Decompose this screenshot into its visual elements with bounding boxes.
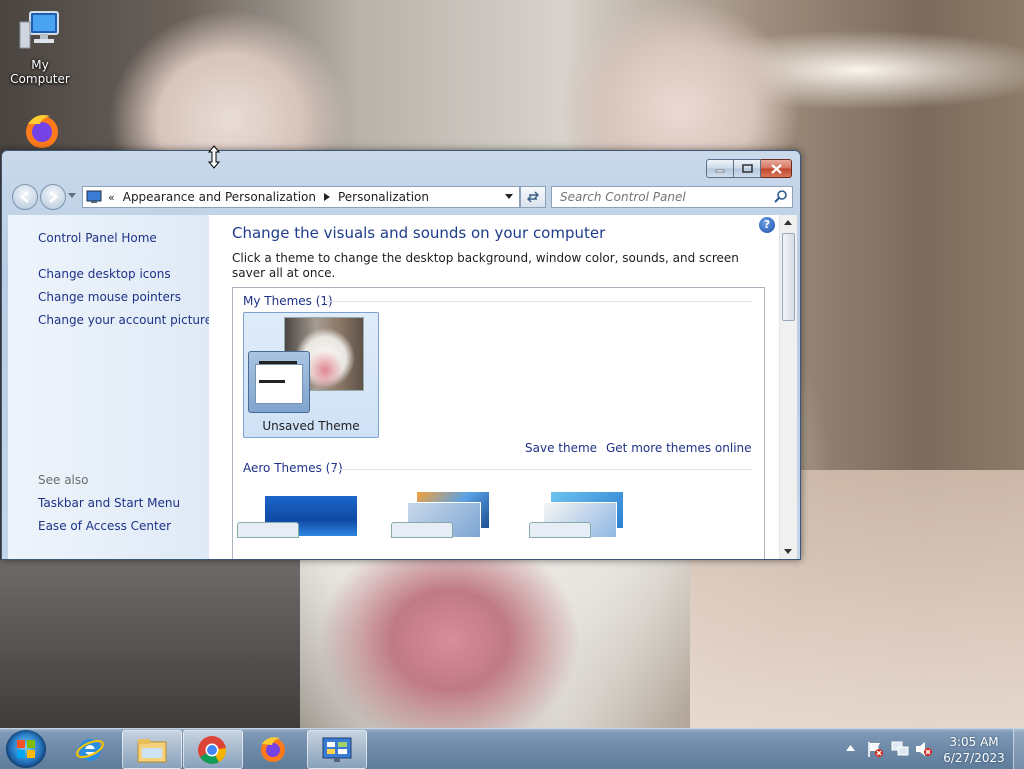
taskbar-internet-explorer[interactable] bbox=[62, 730, 120, 767]
navigation-bar: « Appearance and Personalization Persona… bbox=[8, 183, 794, 211]
group-divider bbox=[333, 469, 753, 470]
network-icon[interactable] bbox=[890, 740, 910, 758]
show-hidden-icons-icon[interactable] bbox=[846, 745, 855, 751]
volume-muted-icon[interactable] bbox=[914, 740, 934, 758]
theme-tile-unsaved[interactable]: Unsaved Theme bbox=[243, 312, 379, 438]
control-panel-icon bbox=[86, 190, 102, 203]
group-divider bbox=[323, 301, 753, 302]
control-panel-icon bbox=[322, 737, 352, 762]
taskbar-control-panel[interactable] bbox=[307, 730, 367, 769]
chrome-icon bbox=[198, 736, 227, 764]
caption-buttons bbox=[706, 159, 792, 178]
firefox-icon bbox=[26, 115, 58, 148]
refresh-button[interactable] bbox=[520, 186, 546, 208]
get-more-themes-link[interactable]: Get more themes online bbox=[606, 441, 752, 455]
breadcrumb-appearance[interactable]: Appearance and Personalization bbox=[123, 190, 316, 204]
maximize-icon bbox=[741, 164, 753, 173]
search-input[interactable] bbox=[558, 189, 768, 205]
close-button[interactable] bbox=[761, 159, 792, 178]
control-panel-home-link[interactable]: Control Panel Home bbox=[38, 231, 157, 245]
internet-explorer-icon bbox=[76, 739, 104, 761]
taskbar-chrome[interactable] bbox=[183, 730, 243, 769]
scroll-up-arrow-icon[interactable] bbox=[784, 220, 792, 225]
search-icon[interactable] bbox=[774, 190, 787, 203]
computer-icon bbox=[19, 11, 59, 49]
scroll-down-arrow-icon[interactable] bbox=[784, 549, 792, 554]
change-desktop-icons-link[interactable]: Change desktop icons bbox=[38, 267, 171, 281]
search-box[interactable] bbox=[551, 186, 793, 208]
page-title: Change the visuals and sounds on your co… bbox=[232, 224, 606, 242]
theme-window-color-thumbnail bbox=[248, 351, 310, 413]
windows-logo-icon bbox=[17, 740, 35, 758]
theme-name: Unsaved Theme bbox=[262, 419, 360, 433]
forward-button[interactable] bbox=[40, 184, 66, 210]
desktop-icon-label: My Computer bbox=[10, 58, 70, 86]
refresh-icon bbox=[527, 191, 539, 203]
desktop-icon-firefox[interactable] bbox=[0, 110, 80, 152]
firefox-icon bbox=[261, 737, 285, 762]
change-account-picture-link[interactable]: Change your account picture bbox=[38, 313, 212, 327]
save-theme-link[interactable]: Save theme bbox=[525, 441, 597, 455]
page-description: Click a theme to change the desktop back… bbox=[232, 251, 739, 280]
theme-window-color-thumbnail bbox=[391, 522, 453, 538]
taskbar: 3:05 AM 6/27/2023 bbox=[0, 728, 1024, 769]
desktop-icon-my-computer[interactable]: My Computer bbox=[0, 8, 80, 86]
breadcrumb-separator-icon[interactable] bbox=[323, 193, 330, 201]
my-themes-label: My Themes (1) bbox=[243, 294, 333, 308]
clock-date: 6/27/2023 bbox=[943, 751, 1005, 765]
main-pane: ? Change the visuals and sounds on your … bbox=[209, 215, 779, 559]
aero-theme-tile[interactable] bbox=[391, 492, 497, 538]
back-button[interactable] bbox=[12, 184, 38, 210]
see-also-label: See also bbox=[38, 473, 89, 487]
theme-window-color-thumbnail bbox=[237, 522, 299, 538]
address-dropdown-icon[interactable] bbox=[505, 194, 513, 199]
theme-window-color-thumbnail bbox=[529, 522, 591, 538]
minimize-icon bbox=[715, 169, 725, 172]
close-icon bbox=[770, 163, 782, 174]
scrollbar-thumb[interactable] bbox=[782, 233, 795, 321]
control-panel-window: « Appearance and Personalization Persona… bbox=[1, 150, 801, 560]
left-task-pane: Control Panel Home Change desktop icons … bbox=[8, 215, 212, 559]
theme-list: My Themes (1) Unsaved Theme Save theme G… bbox=[232, 287, 765, 559]
thumbnail-bar bbox=[259, 380, 285, 383]
title-bar[interactable] bbox=[2, 151, 800, 181]
window-content: Control Panel Home Change desktop icons … bbox=[8, 215, 797, 559]
taskbar-firefox[interactable] bbox=[245, 730, 303, 767]
address-overflow[interactable]: « bbox=[108, 191, 115, 204]
address-bar[interactable]: « Appearance and Personalization Persona… bbox=[82, 186, 520, 208]
vertical-scrollbar[interactable] bbox=[779, 215, 797, 559]
taskbar-start-menu-link[interactable]: Taskbar and Start Menu bbox=[38, 496, 180, 510]
clock[interactable]: 3:05 AM 6/27/2023 bbox=[940, 734, 1008, 766]
action-center-flag-icon[interactable] bbox=[866, 740, 884, 758]
taskbar-file-explorer[interactable] bbox=[122, 730, 182, 769]
file-explorer-icon bbox=[137, 739, 167, 763]
minimize-button[interactable] bbox=[706, 159, 734, 178]
clock-time: 3:05 AM bbox=[949, 735, 999, 749]
resize-cursor-icon bbox=[207, 145, 221, 169]
wallpaper-shadow bbox=[0, 560, 300, 728]
change-mouse-pointers-link[interactable]: Change mouse pointers bbox=[38, 290, 181, 304]
aero-theme-tile[interactable] bbox=[529, 492, 633, 538]
forward-arrow-icon bbox=[49, 191, 58, 203]
ease-of-access-link[interactable]: Ease of Access Center bbox=[38, 519, 171, 533]
show-desktop-button[interactable] bbox=[1013, 729, 1024, 769]
help-button[interactable]: ? bbox=[759, 217, 775, 233]
recent-pages-chevron-icon[interactable] bbox=[68, 193, 76, 199]
back-arrow-icon bbox=[20, 191, 29, 203]
start-button[interactable] bbox=[6, 730, 46, 768]
aero-theme-tile[interactable] bbox=[237, 496, 361, 538]
aero-themes-label: Aero Themes (7) bbox=[243, 461, 343, 475]
breadcrumb-personalization[interactable]: Personalization bbox=[338, 190, 429, 204]
maximize-button[interactable] bbox=[734, 159, 761, 178]
thumbnail-window bbox=[255, 364, 303, 404]
